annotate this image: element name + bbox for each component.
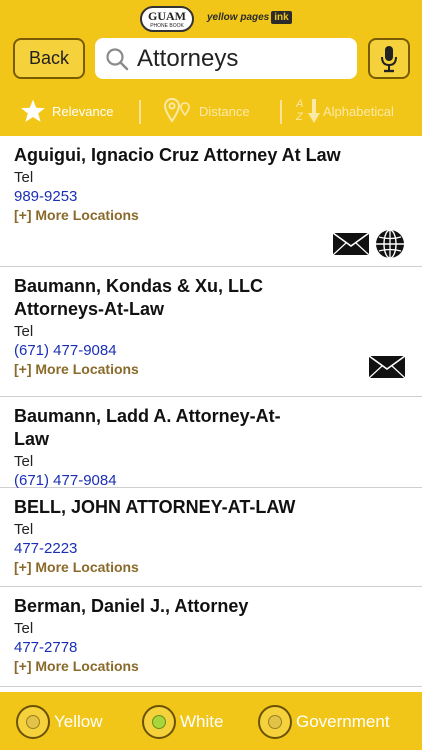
yp-logo-text: yellow pages: [207, 12, 270, 23]
more-locations-link[interactable]: [+] More Locations: [14, 206, 422, 225]
tel-label: Tel: [14, 169, 34, 186]
phone-link[interactable]: 989-9253: [14, 187, 422, 206]
radio-white-label: White: [180, 712, 224, 731]
sort-divider: [139, 100, 141, 124]
search-icon: [106, 47, 129, 70]
radio-white[interactable]: White: [142, 702, 223, 742]
radio-yellow-label: Yellow: [54, 712, 103, 731]
guam-logo-subtitle: PHONE BOOK: [150, 23, 184, 29]
directory-selector: Yellow White Government: [0, 692, 422, 750]
alpha-icon-z: Z: [296, 111, 303, 123]
microphone-icon: [381, 45, 397, 72]
sort-relevance-label: Relevance: [52, 103, 114, 119]
sort-distance-tab[interactable]: Distance: [163, 92, 250, 130]
star-icon: [21, 99, 45, 122]
envelope-icon[interactable]: [332, 232, 370, 256]
search-field[interactable]: [95, 38, 357, 79]
list-item[interactable]: BELL, JOHN ATTORNEY-AT-LAW Tel 477-2223 …: [0, 488, 422, 587]
radio-government-label: Government: [296, 712, 390, 731]
phone-link[interactable]: (671) 477-9084: [14, 341, 422, 360]
sort-divider: [280, 100, 282, 124]
tel-label: Tel: [14, 620, 34, 637]
listing-name[interactable]: Berman, Daniel J., Attorney: [14, 595, 414, 618]
radio-dot-selected: [152, 715, 166, 729]
listing-name[interactable]: Baumann, Kondas & Xu, LLC Attorneys-At-L…: [14, 275, 354, 321]
list-item[interactable]: Baumann, Kondas & Xu, LLC Attorneys-At-L…: [0, 267, 422, 397]
radio-button[interactable]: [142, 705, 176, 739]
sort-alphabetical-tab[interactable]: A Z Alphabetical: [295, 92, 394, 130]
logo-strip: GUAM PHONE BOOK yellow pages ink: [0, 0, 422, 34]
guam-phone-book-logo: GUAM PHONE BOOK: [140, 6, 194, 32]
tel-label: Tel: [14, 453, 34, 470]
sort-relevance-tab[interactable]: Relevance: [20, 92, 113, 130]
listing-actions: [332, 228, 406, 260]
sort-distance-label: Distance: [199, 103, 250, 119]
back-button[interactable]: Back: [13, 38, 85, 79]
yp-logo-ink: ink: [271, 11, 292, 24]
alpha-icon-a: A: [296, 98, 304, 110]
globe-icon[interactable]: [374, 228, 406, 260]
radio-button[interactable]: [258, 705, 292, 739]
listing-name[interactable]: Baumann, Ladd A. Attorney-At-Law: [14, 405, 314, 451]
more-locations-link[interactable]: [+] More Locations: [14, 657, 422, 676]
radio-dot: [268, 715, 282, 729]
phone-link[interactable]: 477-2778: [14, 638, 422, 657]
radio-button[interactable]: [16, 705, 50, 739]
listing-name[interactable]: BELL, JOHN ATTORNEY-AT-LAW: [14, 496, 414, 519]
yellow-pages-ink-logo: yellow pages ink: [207, 11, 292, 24]
list-item[interactable]: Baumann, Ladd A. Attorney-At-Law Tel (67…: [0, 397, 422, 489]
map-pin-icon: [163, 97, 190, 123]
more-locations-link[interactable]: [+] More Locations: [14, 558, 422, 577]
more-locations-link[interactable]: [+] More Locations: [14, 360, 422, 379]
sort-alphabetical-label: Alphabetical: [323, 103, 394, 119]
results-list: Aguigui, Ignacio Cruz Attorney At Law Te…: [0, 136, 422, 687]
list-item[interactable]: Berman, Daniel J., Attorney Tel 477-2778…: [0, 587, 422, 687]
guam-logo-title: GUAM: [148, 9, 186, 23]
listing-actions: [368, 355, 406, 379]
sort-bar: Relevance Distance A Z Alphabetical: [0, 92, 422, 130]
radio-government[interactable]: Government: [258, 702, 390, 742]
tel-label: Tel: [14, 521, 34, 538]
envelope-icon[interactable]: [368, 355, 406, 379]
radio-yellow[interactable]: Yellow: [16, 702, 103, 742]
header-bar: GUAM PHONE BOOK yellow pagesink Back Rel…: [0, 0, 422, 136]
voice-search-button[interactable]: [368, 38, 410, 79]
down-arrow-icon: [308, 99, 320, 123]
listing-name[interactable]: Aguigui, Ignacio Cruz Attorney At Law: [14, 144, 354, 167]
search-input[interactable]: [137, 44, 347, 73]
phone-link[interactable]: 477-2223: [14, 539, 422, 558]
alpha-sort-icon: A Z: [295, 97, 321, 125]
tel-label: Tel: [14, 323, 34, 340]
list-item[interactable]: Aguigui, Ignacio Cruz Attorney At Law Te…: [0, 136, 422, 267]
radio-dot: [26, 715, 40, 729]
